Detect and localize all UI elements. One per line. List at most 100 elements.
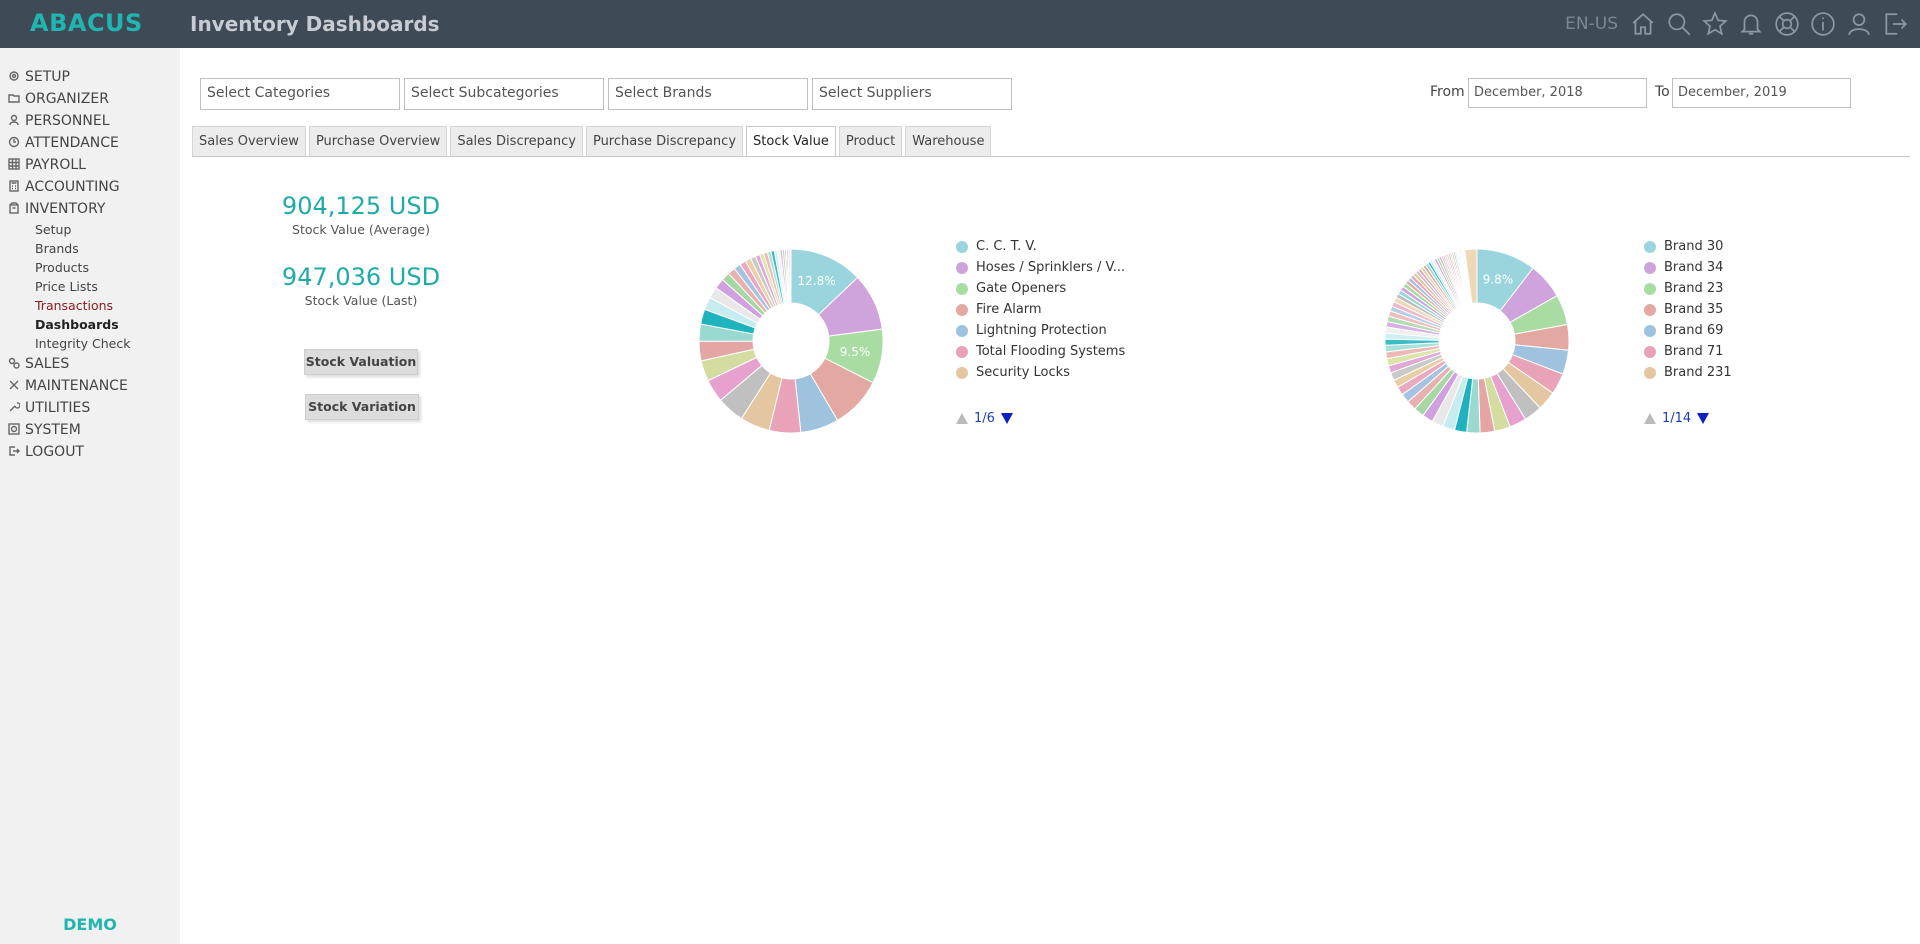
logout-icon[interactable] — [1880, 9, 1910, 39]
legend-swatch — [1644, 303, 1656, 316]
gear-icon — [8, 70, 22, 84]
suppliers-select[interactable]: Select Suppliers — [812, 78, 1012, 110]
inventory-sub-price-lists[interactable]: Price Lists — [8, 277, 178, 296]
legend-swatch — [956, 303, 968, 316]
system-icon — [8, 423, 22, 437]
sidebar-item-utilities[interactable]: UTILITIES — [8, 397, 178, 419]
sidebar-item-label: PAYROLL — [25, 157, 86, 173]
sidebar-item-label: PERSONNEL — [25, 113, 110, 129]
legend-label: Brand 35 — [1664, 302, 1724, 317]
inventory-sub-brands[interactable]: Brands — [8, 239, 178, 258]
to-date-input[interactable]: December, 2019 — [1672, 78, 1851, 108]
legend-item[interactable]: Security Locks — [956, 362, 1125, 383]
inventory-sub-setup[interactable]: Setup — [8, 220, 178, 239]
clock-icon — [8, 136, 22, 150]
people-icon — [8, 114, 22, 128]
sidebar: SETUP ORGANIZER PERSONNEL ATTENDANCE PAY… — [0, 48, 180, 944]
legend-item[interactable]: Hoses / Sprinklers / V... — [956, 257, 1125, 278]
categories-select[interactable]: Select Categories — [200, 78, 400, 110]
legend-label: Brand 23 — [1664, 281, 1724, 296]
door-icon — [8, 445, 22, 459]
tab-product[interactable]: Product — [838, 126, 903, 157]
pie-slice[interactable] — [789, 248, 792, 304]
subcategories-select[interactable]: Select Subcategories — [404, 78, 604, 110]
legend-swatch — [956, 366, 968, 379]
legend-page-down-icon[interactable] — [1000, 413, 1013, 424]
sidebar-item-maintenance[interactable]: MAINTENANCE — [8, 375, 178, 397]
legend-page-up-icon[interactable] — [956, 413, 968, 424]
legend-label: Brand 69 — [1664, 323, 1724, 338]
folder-icon — [8, 92, 22, 106]
box-icon — [8, 202, 22, 216]
sidebar-item-label: ORGANIZER — [25, 91, 109, 107]
inventory-sub-dashboards[interactable]: Dashboards — [8, 315, 178, 334]
sidebar-item-system[interactable]: SYSTEM — [8, 419, 178, 441]
app-logo[interactable]: ABACUS — [30, 9, 143, 37]
sidebar-item-inventory[interactable]: INVENTORY — [8, 198, 178, 220]
legend-item[interactable]: Total Flooding Systems — [956, 341, 1125, 362]
legend-item[interactable]: Brand 34 — [1644, 257, 1732, 278]
stock-value-average: 904,125 USD — [281, 192, 441, 220]
lifebuoy-icon[interactable] — [1772, 9, 1802, 39]
legend-item[interactable]: Fire Alarm — [956, 299, 1125, 320]
from-label: From — [1430, 84, 1465, 100]
tab-purchase-discrepancy[interactable]: Purchase Discrepancy — [585, 126, 744, 157]
inventory-sub-products[interactable]: Products — [8, 258, 178, 277]
category-legend-pager: 1/6 — [956, 411, 1013, 426]
stock-valuation-button[interactable]: Stock Valuation — [304, 349, 418, 375]
legend-item[interactable]: Brand 69 — [1644, 320, 1732, 341]
tab-sales-overview[interactable]: Sales Overview — [192, 126, 306, 157]
sidebar-item-payroll[interactable]: PAYROLL — [8, 154, 178, 176]
inventory-sub-integrity-check[interactable]: Integrity Check — [8, 334, 178, 353]
legend-item[interactable]: Brand 23 — [1644, 278, 1732, 299]
legend-item[interactable]: Brand 35 — [1644, 299, 1732, 320]
sidebar-item-label: SYSTEM — [25, 422, 81, 438]
sidebar-item-logout[interactable]: LOGOUT — [8, 441, 178, 463]
info-icon[interactable] — [1808, 9, 1838, 39]
sidebar-item-label: ATTENDANCE — [25, 135, 119, 151]
bell-icon[interactable] — [1736, 9, 1766, 39]
legend-swatch — [956, 261, 968, 274]
sidebar-item-organizer[interactable]: ORGANIZER — [8, 88, 178, 110]
stock-value-average-label: Stock Value (Average) — [292, 222, 430, 237]
user-icon[interactable] — [1844, 9, 1874, 39]
to-label: To — [1655, 84, 1670, 100]
star-icon[interactable] — [1700, 9, 1730, 39]
sidebar-item-accounting[interactable]: ACCOUNTING — [8, 176, 178, 198]
from-date-input[interactable]: December, 2018 — [1468, 78, 1647, 108]
legend-page-up-icon[interactable] — [1644, 413, 1656, 424]
category-donut-chart: 12.8% 9.5% — [698, 248, 884, 434]
legend-item[interactable]: Brand 231 — [1644, 362, 1732, 383]
inventory-sub-transactions[interactable]: Transactions — [8, 296, 178, 315]
tab-stock-value[interactable]: Stock Value — [746, 126, 836, 157]
sidebar-item-label: INVENTORY — [25, 201, 106, 217]
legend-item[interactable]: Brand 71 — [1644, 341, 1732, 362]
sidebar-item-attendance[interactable]: ATTENDANCE — [8, 132, 178, 154]
sidebar-item-sales[interactable]: SALES — [8, 353, 178, 375]
stock-variation-button[interactable]: Stock Variation — [305, 394, 419, 420]
tab-sales-discrepancy[interactable]: Sales Discrepancy — [450, 126, 583, 157]
legend-item[interactable]: C. C. T. V. — [956, 236, 1125, 257]
tab-warehouse[interactable]: Warehouse — [905, 126, 992, 157]
tab-purchase-overview[interactable]: Purchase Overview — [308, 126, 448, 157]
sidebar-item-setup[interactable]: SETUP — [8, 66, 178, 88]
stock-value-last-label: Stock Value (Last) — [304, 293, 418, 308]
legend-item[interactable]: Gate Openers — [956, 278, 1125, 299]
legend-swatch — [1644, 261, 1656, 274]
brands-select[interactable]: Select Brands — [608, 78, 808, 110]
legend-item[interactable]: Brand 30 — [1644, 236, 1732, 257]
sidebar-item-personnel[interactable]: PERSONNEL — [8, 110, 178, 132]
brand-legend: Brand 30 Brand 34 Brand 23 Brand 35 Brand 69… — [1644, 236, 1732, 383]
sidebar-item-label: LOGOUT — [25, 444, 84, 460]
sidebar-item-label: SALES — [25, 356, 70, 372]
sidebar-nav: SETUP ORGANIZER PERSONNEL ATTENDANCE PAY… — [8, 66, 178, 463]
legend-swatch — [1644, 366, 1656, 379]
sidebar-item-label: SETUP — [25, 69, 70, 85]
language-selector[interactable]: EN-US — [1565, 14, 1618, 34]
home-icon[interactable] — [1628, 9, 1658, 39]
legend-page-indicator: 1/6 — [974, 411, 995, 426]
search-icon[interactable] — [1664, 9, 1694, 39]
legend-item[interactable]: Lightning Protection — [956, 320, 1125, 341]
legend-label: Lightning Protection — [976, 323, 1107, 338]
legend-page-down-icon[interactable] — [1697, 413, 1710, 424]
